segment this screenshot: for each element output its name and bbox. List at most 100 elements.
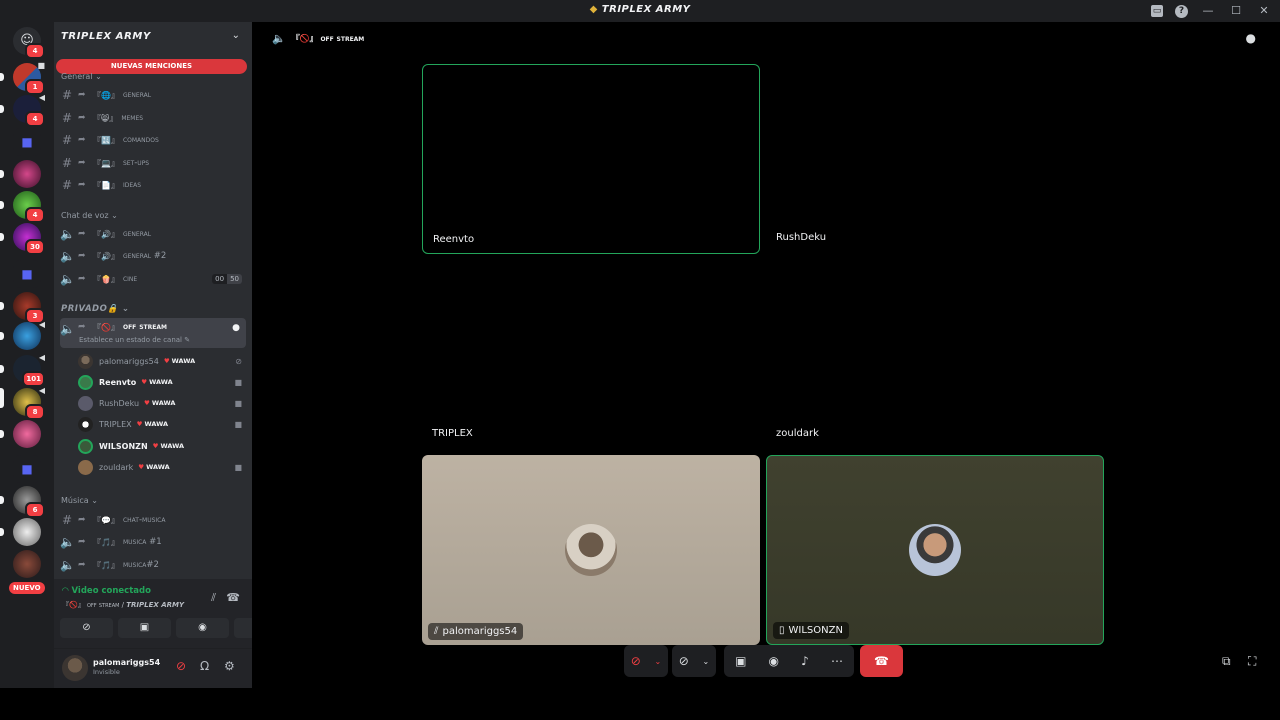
- role-tag: ♥ WAWA: [152, 442, 185, 450]
- camera-icon: ■: [234, 377, 242, 387]
- chevron-down-icon: ⌄: [231, 30, 240, 41]
- voice-member[interactable]: zouldark ♥ WAWA ■: [78, 457, 246, 477]
- folder-icon[interactable]: ■: [13, 260, 41, 288]
- voice-member[interactable]: palomariggs54 ♥ WAWA ⊘: [78, 351, 246, 371]
- screen-share-button[interactable]: ▣: [118, 618, 171, 638]
- maximize-icon[interactable]: ☐: [1228, 3, 1244, 19]
- category-private[interactable]: PRIVADO🔒 ⌄: [61, 304, 129, 314]
- disconnect-icon[interactable]: ☎: [226, 591, 240, 604]
- guild-header[interactable]: TRIPLEX ARMY ⌄: [54, 22, 252, 52]
- popout-icon[interactable]: ⧉: [1222, 654, 1231, 669]
- voice-channel[interactable]: 🔈 ➦ 『🎵』 musica#2: [60, 555, 246, 575]
- video-tile[interactable]: ⫽ palomariggs54: [422, 455, 760, 645]
- camera-off-icon: ⊘: [678, 654, 689, 668]
- server-icon[interactable]: ◀ 101: [13, 353, 45, 387]
- soundboard-icon[interactable]: ♪: [801, 654, 809, 668]
- hash-icon: #: [61, 156, 73, 170]
- text-channel[interactable]: # ➦ 『🌐』 general: [60, 85, 246, 105]
- channel-status[interactable]: Establece un estado de canal ✎: [79, 336, 190, 344]
- voice-member[interactable]: RushDeku ♥ WAWA ■: [78, 393, 246, 413]
- activities-button[interactable]: ◉: [176, 618, 229, 638]
- server-icon[interactable]: ◀ 4: [13, 93, 45, 127]
- noise-suppression-icon[interactable]: ⫽: [211, 591, 216, 605]
- mic-muted-icon[interactable]: ⊘: [176, 659, 186, 673]
- video-tile[interactable]: Reenvto: [422, 64, 760, 254]
- home-discord-button[interactable]: ☺ 4: [13, 27, 45, 59]
- guild-name: TRIPLEX ARMY: [61, 31, 151, 42]
- avatar: [78, 416, 93, 432]
- speaker-icon: ◀: [38, 320, 45, 329]
- camera-button[interactable]: ⊘ ⌄: [672, 645, 716, 677]
- chat-bubble-icon[interactable]: ●: [1246, 31, 1256, 45]
- server-icon[interactable]: [13, 550, 41, 578]
- arrow-icon: ➦: [78, 180, 86, 190]
- video-tile[interactable]: ▯ WILSONZN: [766, 455, 1104, 645]
- chevron-down-icon: ⌄: [702, 656, 710, 666]
- category-music[interactable]: Música ⌄: [61, 496, 98, 505]
- unread-pill: [0, 302, 4, 310]
- server-icon[interactable]: [13, 420, 41, 448]
- server-icon[interactable]: ◀ 8: [13, 386, 45, 420]
- screen-share-icon: ▣: [139, 622, 150, 633]
- text-channel[interactable]: # ➦ 『🔣』 comandos: [60, 130, 246, 150]
- inbox-icon[interactable]: ▭: [1151, 5, 1163, 17]
- voice-channel-active[interactable]: 🔈 ➦ 『🚫』 off stream Establece un estado de c…: [60, 318, 246, 348]
- avatar: [78, 353, 93, 369]
- screen-share-icon[interactable]: ▣: [735, 654, 746, 668]
- gamepad-icon[interactable]: ◉: [769, 654, 779, 668]
- fullscreen-icon[interactable]: ⛶: [1248, 654, 1256, 669]
- chat-bubble-icon[interactable]: ●: [232, 323, 240, 333]
- camera-toggle-button[interactable]: ⊘: [60, 618, 113, 638]
- more-icon[interactable]: ⋯: [831, 654, 843, 668]
- disconnect-button[interactable]: ☎: [860, 645, 903, 677]
- server-icon[interactable]: 30: [13, 223, 45, 255]
- voice-channel[interactable]: 🔈 ➦ 『🔊』 general #2: [60, 246, 246, 266]
- user-count: 00 50: [212, 274, 242, 284]
- voice-location[interactable]: 『🚫』 off stream / TRIPLEX ARMY: [62, 600, 184, 610]
- selected-pill: [0, 388, 4, 408]
- participant-name[interactable]: RushDeku: [776, 232, 826, 243]
- arrow-icon: ➦: [78, 113, 86, 123]
- participant-name[interactable]: zouldark: [776, 428, 819, 439]
- speaker-icon: ◀: [38, 386, 45, 395]
- voice-member[interactable]: WILSONZN ♥ WAWA: [78, 436, 246, 456]
- close-icon[interactable]: ✕: [1256, 3, 1272, 19]
- text-channel[interactable]: # ➦ 『📄』 ideas: [60, 175, 246, 195]
- server-icon[interactable]: 6: [13, 486, 45, 518]
- unread-pill: [0, 233, 4, 241]
- server-icon[interactable]: 4: [13, 191, 45, 223]
- window-title: ◆ TRIPLEX ARMY: [589, 4, 691, 15]
- new-servers-badge[interactable]: NUEVO: [9, 582, 45, 594]
- server-icon[interactable]: [13, 160, 41, 188]
- heart-icon: ♥: [141, 378, 148, 386]
- speaker-icon: 🔈: [60, 558, 75, 572]
- heart-icon: ♥: [136, 420, 143, 428]
- text-channel[interactable]: # ➦ 『💬』 chat-musica: [60, 510, 246, 530]
- category-general[interactable]: General ⌄: [61, 72, 102, 81]
- headphones-icon[interactable]: Ω: [200, 659, 209, 673]
- server-icon[interactable]: [13, 518, 41, 546]
- voice-member[interactable]: Reenvto ♥ WAWA ■: [78, 372, 246, 392]
- server-icon[interactable]: 3: [13, 292, 45, 324]
- voice-channel[interactable]: 🔈 ➦ 『🔊』 general: [60, 224, 246, 244]
- category-voice[interactable]: Chat de voz ⌄: [61, 211, 118, 220]
- text-channel[interactable]: # ➦ 『💻』 set-ups: [60, 153, 246, 173]
- voice-channel[interactable]: 🔈 ➦ 『🎵』 musica #1: [60, 532, 246, 552]
- server-icon[interactable]: ■ 1: [13, 61, 45, 95]
- voice-channel[interactable]: 🔈 ➦ 『🍿』 cine 00 50: [60, 269, 246, 289]
- text-channel[interactable]: # ➦ 『😸』 memes: [60, 108, 246, 128]
- participant-name[interactable]: TRIPLEX: [432, 428, 473, 439]
- server-icon[interactable]: ◀: [13, 320, 45, 350]
- voice-member[interactable]: TRIPLEX ♥ WAWA ■: [78, 414, 246, 434]
- folder-icon[interactable]: ■: [13, 128, 41, 156]
- avatar[interactable]: [62, 655, 88, 681]
- help-icon[interactable]: ?: [1175, 5, 1188, 18]
- username[interactable]: palomariggs54: [93, 658, 160, 667]
- voice-status[interactable]: ◠ Video conectado: [62, 586, 151, 596]
- mute-button[interactable]: ⊘ ⌄: [624, 645, 668, 677]
- role-tag: ♥ WAWA: [138, 463, 170, 471]
- unread-pill: [0, 73, 4, 81]
- folder-icon[interactable]: ■: [13, 455, 41, 483]
- gear-icon[interactable]: ⚙: [224, 659, 235, 673]
- minimize-icon[interactable]: —: [1200, 3, 1216, 19]
